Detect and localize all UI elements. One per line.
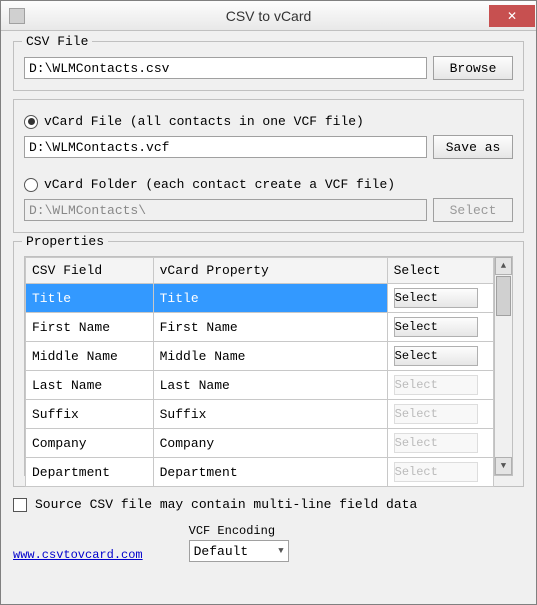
select-cell: Select [387,400,493,429]
multiline-label: Source CSV file may contain multi-line f… [35,497,417,512]
vcard-file-path-input[interactable] [24,136,427,158]
header-vcard-property[interactable]: vCard Property [153,258,387,284]
content-area: CSV File Browse vCard File (all contacts… [1,31,536,572]
csv-field-cell[interactable]: Middle Name [26,342,154,371]
app-icon [9,8,25,24]
encoding-group: VCF Encoding Default ▼ [189,524,289,562]
table-row[interactable]: CompanyCompany Select [26,429,494,458]
chevron-down-icon: ▼ [278,546,283,556]
vcard-property-cell[interactable]: First Name [153,313,387,342]
select-row-button[interactable]: Select [394,433,478,453]
select-row-button[interactable]: Select [394,288,478,308]
main-window: CSV to vCard ✕ CSV File Browse vCard Fil… [0,0,537,605]
table-row[interactable]: TitleTitle Select [26,284,494,313]
select-cell: Select [387,313,493,342]
close-button[interactable]: ✕ [489,5,535,27]
table-row[interactable]: Middle NameMiddle Name Select [26,342,494,371]
encoding-value: Default [194,544,249,559]
window-title: CSV to vCard [226,8,312,24]
vcard-file-radio[interactable] [24,115,38,129]
select-cell: Select [387,371,493,400]
vcard-property-cell[interactable]: Company [153,429,387,458]
browse-button[interactable]: Browse [433,56,513,80]
select-row-button[interactable]: Select [394,404,478,424]
select-row-button[interactable]: Select [394,375,478,395]
header-select[interactable]: Select [387,258,493,284]
csv-field-cell[interactable]: First Name [26,313,154,342]
vcard-file-label: vCard File (all contacts in one VCF file… [44,114,364,129]
encoding-select[interactable]: Default ▼ [189,540,289,562]
csv-field-cell[interactable]: Title [26,284,154,313]
select-row-button[interactable]: Select [394,346,478,366]
properties-group: Properties CSV Field vCard Property Sele… [13,241,524,487]
multiline-checkbox[interactable] [13,498,27,512]
website-link[interactable]: www.csvtovcard.com [13,548,143,562]
csv-field-cell[interactable]: Suffix [26,400,154,429]
table-scrollbar[interactable]: ▲ ▼ [494,257,512,475]
scroll-track[interactable] [495,317,512,457]
select-cell: Select [387,458,493,487]
output-group: vCard File (all contacts in one VCF file… [13,99,524,233]
multiline-row: Source CSV file may contain multi-line f… [13,497,524,512]
save-as-button[interactable]: Save as [433,135,513,159]
vcard-property-cell[interactable]: Suffix [153,400,387,429]
close-icon: ✕ [507,9,517,23]
encoding-label: VCF Encoding [189,524,275,538]
titlebar: CSV to vCard ✕ [1,1,536,31]
csv-file-label: CSV File [22,34,92,49]
scroll-up-icon[interactable]: ▲ [495,257,512,275]
table-row[interactable]: DepartmentDepartment Select [26,458,494,487]
vcard-property-cell[interactable]: Last Name [153,371,387,400]
vcard-folder-path-input [24,199,427,221]
vcard-property-cell[interactable]: Department [153,458,387,487]
scroll-thumb[interactable] [496,276,511,316]
select-cell: Select [387,429,493,458]
table-row[interactable]: SuffixSuffix Select [26,400,494,429]
csv-path-input[interactable] [24,57,427,79]
properties-table-wrap: CSV Field vCard Property Select TitleTit… [24,256,513,476]
vcard-property-cell[interactable]: Title [153,284,387,313]
select-folder-button: Select [433,198,513,222]
csv-file-group: CSV File Browse [13,41,524,91]
table-row[interactable]: Last NameLast Name Select [26,371,494,400]
properties-table: CSV Field vCard Property Select TitleTit… [25,257,494,487]
csv-field-cell[interactable]: Last Name [26,371,154,400]
csv-field-cell[interactable]: Department [26,458,154,487]
table-row[interactable]: First NameFirst Name Select [26,313,494,342]
select-row-button[interactable]: Select [394,317,478,337]
select-cell: Select [387,342,493,371]
vcard-property-cell[interactable]: Middle Name [153,342,387,371]
scroll-down-icon[interactable]: ▼ [495,457,512,475]
header-csv-field[interactable]: CSV Field [26,258,154,284]
properties-label: Properties [22,234,108,249]
select-cell: Select [387,284,493,313]
vcard-folder-label: vCard Folder (each contact create a VCF … [44,177,395,192]
vcard-folder-radio[interactable] [24,178,38,192]
select-row-button[interactable]: Select [394,462,478,482]
csv-field-cell[interactable]: Company [26,429,154,458]
